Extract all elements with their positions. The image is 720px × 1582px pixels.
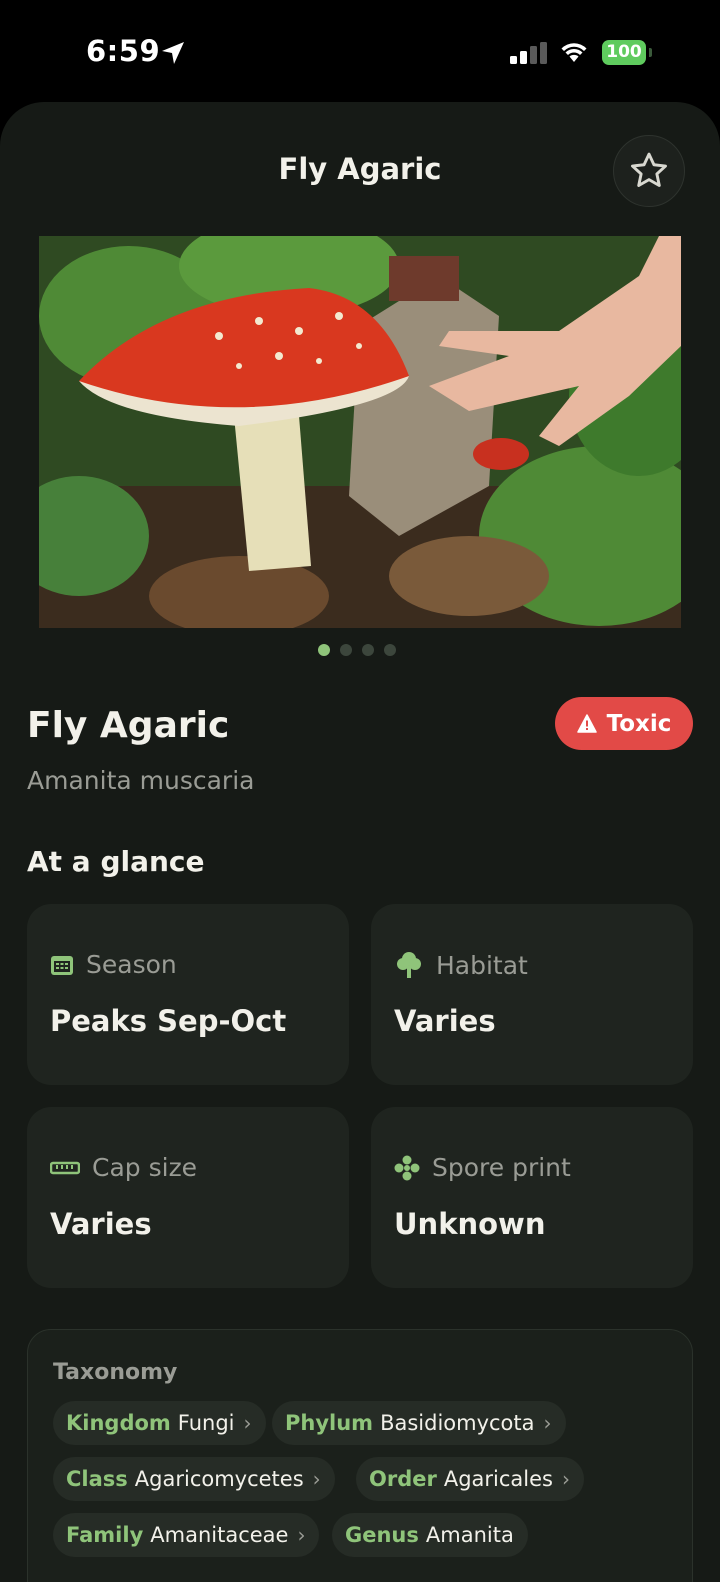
taxonomy-chip-class[interactable]: Class Agaricomycetes › (53, 1457, 335, 1501)
card-label: Spore print (432, 1153, 571, 1182)
card-value: Varies (50, 1207, 152, 1241)
pagination-dot[interactable] (318, 644, 330, 656)
rank-value: Amanita (425, 1523, 514, 1547)
spore-print-card: Spore print Unknown (371, 1107, 693, 1288)
location-arrow-icon (162, 42, 184, 64)
rank-label: Kingdom (66, 1411, 171, 1435)
rank-value: Fungi (177, 1411, 235, 1435)
chevron-right-icon: › (562, 1467, 570, 1491)
card-value: Peaks Sep-Oct (50, 1004, 287, 1038)
chevron-right-icon: › (297, 1523, 306, 1547)
status-time: 6:59 (86, 34, 161, 68)
taxonomy-chip-kingdom[interactable]: Kingdom Fungi › (53, 1401, 266, 1445)
pagination-dot[interactable] (340, 644, 352, 656)
page-title: Fly Agaric (278, 152, 442, 186)
card-value: Varies (394, 1004, 496, 1038)
ruler-icon (50, 1161, 80, 1174)
toxicity-label: Toxic (606, 710, 672, 737)
battery-cap (649, 48, 652, 57)
star-icon (631, 152, 667, 187)
cap-size-card: Cap size Varies (27, 1107, 349, 1288)
wifi-icon (561, 43, 587, 62)
season-card: Season Peaks Sep-Oct (27, 904, 349, 1085)
tree-icon (397, 952, 421, 978)
pagination-dot[interactable] (384, 644, 396, 656)
toxicity-badge: Toxic (555, 697, 693, 750)
common-name: Fly Agaric (27, 705, 230, 746)
pagination-dot[interactable] (362, 644, 374, 656)
spore-icon (394, 1155, 420, 1180)
chevron-right-icon: › (243, 1411, 252, 1435)
rank-label: Genus (345, 1523, 419, 1547)
rank-label: Family (66, 1523, 144, 1547)
habitat-card: Habitat Varies (371, 904, 693, 1085)
cellular-signal-icon (510, 42, 547, 64)
rank-label: Phylum (285, 1411, 374, 1435)
chevron-right-icon: › (543, 1411, 552, 1435)
rank-value: Amanitaceae (150, 1523, 289, 1547)
taxonomy-chip-family[interactable]: Family Amanitaceae › (53, 1513, 320, 1557)
card-label: Habitat (436, 950, 528, 980)
rank-value: Agaricomycetes (134, 1467, 304, 1491)
battery-level: 100 (606, 42, 642, 62)
status-bar: 6:59 100 (0, 0, 720, 100)
species-detail-sheet: Fly Agaric Fly Agaric Amanita muscaria T… (0, 102, 720, 1582)
at-a-glance-heading: At a glance (27, 845, 205, 878)
card-label: Cap size (92, 1153, 198, 1182)
chevron-right-icon: › (312, 1467, 321, 1491)
taxonomy-chip-order[interactable]: Order Agaricales › (356, 1457, 584, 1501)
card-value: Unknown (394, 1207, 546, 1241)
taxonomy-chip-genus[interactable]: Genus Amanita (332, 1513, 528, 1557)
warning-icon (576, 714, 597, 733)
card-label: Season (86, 950, 177, 979)
gallery-pagination[interactable] (318, 644, 396, 656)
taxonomy-panel: Taxonomy Kingdom Fungi › Phylum Basidiom… (27, 1329, 693, 1582)
taxonomy-heading: Taxonomy (53, 1360, 178, 1385)
species-photo[interactable] (39, 236, 681, 628)
battery-indicator: 100 (602, 40, 646, 65)
rank-value: Basidiomycota (380, 1411, 535, 1435)
calendar-icon (51, 955, 73, 975)
scientific-name: Amanita muscaria (27, 766, 255, 795)
rank-value: Agaricales (443, 1467, 553, 1491)
taxonomy-chip-phylum[interactable]: Phylum Basidiomycota › (272, 1401, 566, 1445)
favorite-button[interactable] (613, 135, 685, 207)
rank-label: Class (66, 1467, 128, 1491)
rank-label: Order (369, 1467, 437, 1491)
